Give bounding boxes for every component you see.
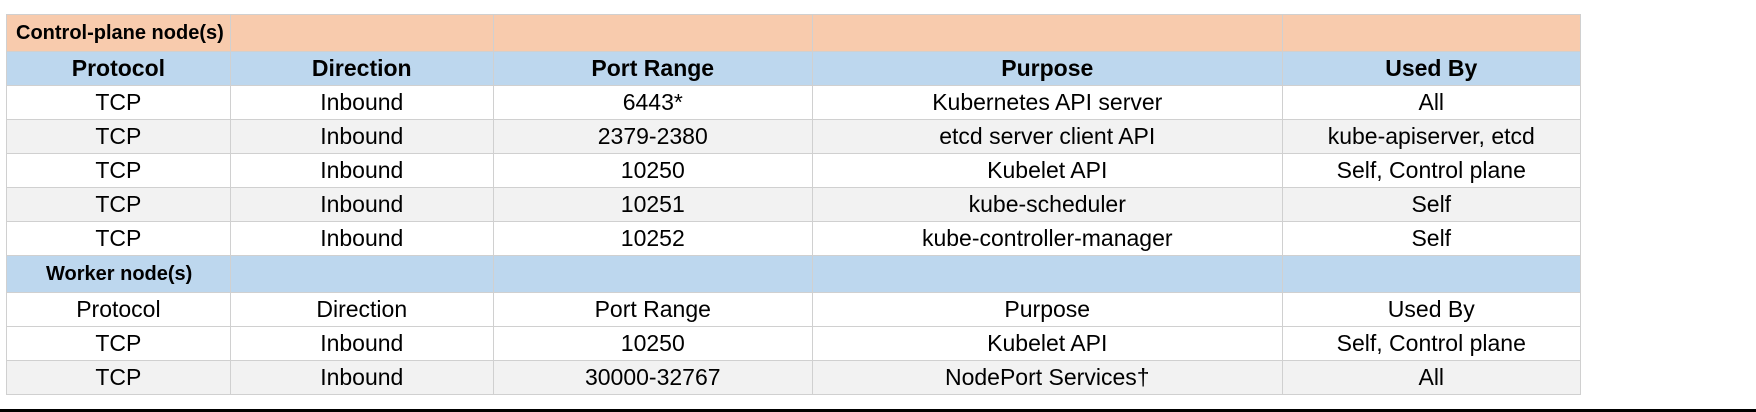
cell-purpose[interactable]: etcd server client API (811, 119, 1283, 154)
cell-protocol[interactable]: TCP (6, 187, 231, 222)
table-row: TCP Inbound 6443* Kubernetes API server … (6, 85, 1581, 120)
cell-protocol[interactable]: TCP (6, 119, 231, 154)
empty-cell[interactable] (1281, 14, 1581, 52)
cell-protocol[interactable]: TCP (6, 153, 231, 188)
cell-port-range[interactable]: 10251 (492, 187, 813, 222)
cell-direction[interactable]: Inbound (229, 187, 494, 222)
header-direction[interactable]: Direction (229, 292, 494, 327)
cell-protocol[interactable]: TCP (6, 85, 231, 120)
empty-cell[interactable] (811, 255, 1283, 293)
cell-purpose[interactable]: kube-scheduler (811, 187, 1283, 222)
cell-purpose[interactable]: NodePort Services† (811, 360, 1283, 395)
cell-purpose[interactable]: Kubernetes API server (811, 85, 1283, 120)
header-port-range[interactable]: Port Range (492, 292, 813, 327)
cell-protocol[interactable]: TCP (6, 326, 231, 361)
section-row-worker: Worker node(s) (6, 255, 1581, 293)
cell-used-by[interactable]: Self (1281, 187, 1581, 222)
section-title-control-plane[interactable]: Control-plane node(s) (6, 14, 231, 52)
header-used-by[interactable]: Used By (1281, 292, 1581, 327)
table-row: TCP Inbound 10251 kube-scheduler Self (6, 187, 1581, 222)
table-row: TCP Inbound 10250 Kubelet API Self, Cont… (6, 153, 1581, 188)
section-row-control-plane: Control-plane node(s) (6, 14, 1581, 52)
empty-cell[interactable] (229, 14, 494, 52)
cell-port-range[interactable]: 2379-2380 (492, 119, 813, 154)
empty-cell[interactable] (492, 14, 813, 52)
empty-cell[interactable] (229, 255, 494, 293)
cell-direction[interactable]: Inbound (229, 221, 494, 256)
cell-port-range[interactable]: 6443* (492, 85, 813, 120)
cell-port-range[interactable]: 10250 (492, 153, 813, 188)
cell-direction[interactable]: Inbound (229, 153, 494, 188)
cell-port-range[interactable]: 30000-32767 (492, 360, 813, 395)
cell-port-range[interactable]: 10252 (492, 221, 813, 256)
cell-used-by[interactable]: All (1281, 85, 1581, 120)
ports-table: Control-plane node(s) Protocol Direction… (6, 14, 1581, 395)
table-row: TCP Inbound 10250 Kubelet API Self, Cont… (6, 326, 1581, 361)
empty-cell[interactable] (811, 14, 1283, 52)
cell-used-by[interactable]: Self, Control plane (1281, 326, 1581, 361)
header-used-by[interactable]: Used By (1281, 51, 1581, 86)
cell-used-by[interactable]: Self (1281, 221, 1581, 256)
cell-used-by[interactable]: Self, Control plane (1281, 153, 1581, 188)
section-title-worker[interactable]: Worker node(s) (6, 255, 231, 293)
header-port-range[interactable]: Port Range (492, 51, 813, 86)
table-row: TCP Inbound 10252 kube-controller-manage… (6, 221, 1581, 256)
cell-used-by[interactable]: kube-apiserver, etcd (1281, 119, 1581, 154)
empty-cell[interactable] (1281, 255, 1581, 293)
header-row-worker: Protocol Direction Port Range Purpose Us… (6, 292, 1581, 327)
cell-direction[interactable]: Inbound (229, 85, 494, 120)
table-row: TCP Inbound 2379-2380 etcd server client… (6, 119, 1581, 154)
header-protocol[interactable]: Protocol (6, 292, 231, 327)
cell-direction[interactable]: Inbound (229, 360, 494, 395)
cell-purpose[interactable]: Kubelet API (811, 326, 1283, 361)
cell-direction[interactable]: Inbound (229, 326, 494, 361)
empty-cell[interactable] (492, 255, 813, 293)
cell-used-by[interactable]: All (1281, 360, 1581, 395)
cell-direction[interactable]: Inbound (229, 119, 494, 154)
cell-purpose[interactable]: kube-controller-manager (811, 221, 1283, 256)
header-protocol[interactable]: Protocol (6, 51, 231, 86)
cell-purpose[interactable]: Kubelet API (811, 153, 1283, 188)
header-row-control-plane: Protocol Direction Port Range Purpose Us… (6, 51, 1581, 86)
cell-port-range[interactable]: 10250 (492, 326, 813, 361)
cell-protocol[interactable]: TCP (6, 360, 231, 395)
header-purpose[interactable]: Purpose (811, 51, 1283, 86)
header-purpose[interactable]: Purpose (811, 292, 1283, 327)
header-direction[interactable]: Direction (229, 51, 494, 86)
cell-protocol[interactable]: TCP (6, 221, 231, 256)
table-row: TCP Inbound 30000-32767 NodePort Service… (6, 360, 1581, 395)
